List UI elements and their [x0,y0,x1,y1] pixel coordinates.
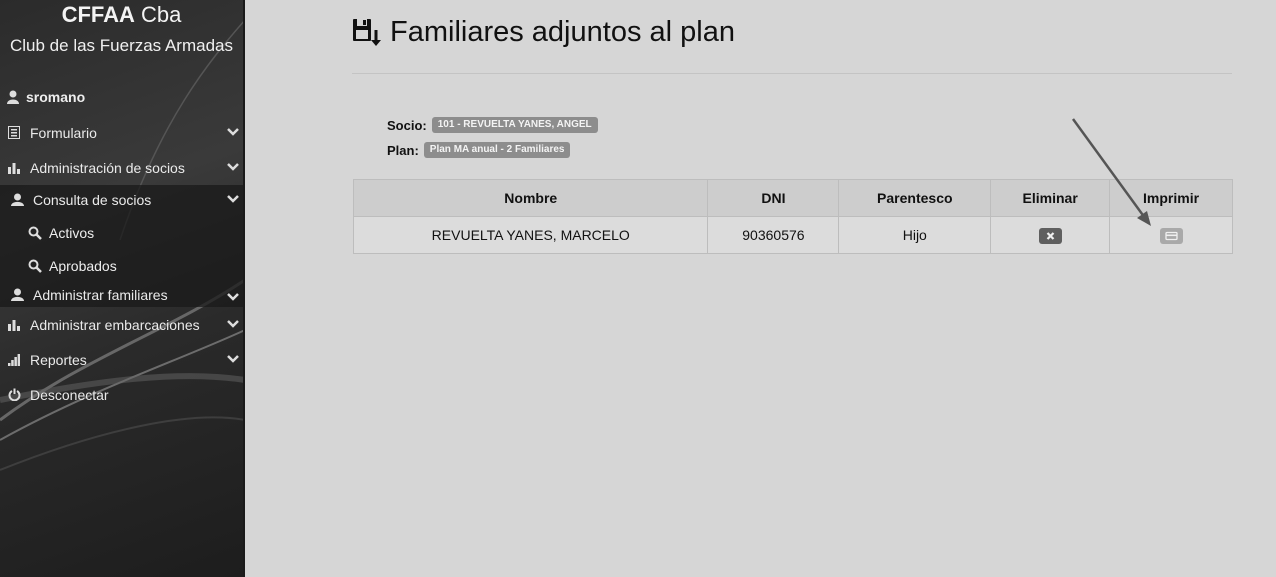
brand-title: CFFAA Cba [0,2,243,28]
nav-item-desconectar[interactable]: Desconectar [0,378,243,411]
bar-chart-icon [7,318,21,332]
chevron-down-icon [227,320,239,328]
column-header-eliminar: Eliminar [990,179,1111,217]
table-header-row: Nombre DNI Parentesco Eliminar Imprimir [352,179,1233,217]
cell-eliminar [990,216,1111,254]
socio-label: Socio: [387,117,427,133]
brand-title-bold: CFFAA [61,2,135,27]
search-icon [28,226,42,240]
cell-dni: 90360576 [707,216,840,254]
chevron-down-icon [227,128,239,136]
nav-item-admin-embarcaciones[interactable]: Administrar embarcaciones [0,308,243,341]
brand-title-rest: Cba [134,2,182,27]
cell-nombre: REVUELTA YANES, MARCELO [352,216,709,254]
page-title: Familiares adjuntos al plan [390,16,735,48]
nav-item-admin-familiares[interactable]: Administrar familiares [0,278,243,311]
nav-item-admin-socios[interactable]: Administración de socios [0,151,243,184]
sidebar: CFFAA Cba Club de las Fuerzas Armadas sr… [0,0,245,577]
nav-item-label: Formulario [30,124,97,141]
nav-item-label: Reportes [30,351,87,368]
nav-item-label: Desconectar [30,386,109,403]
bar-chart-icon [7,161,21,175]
sub-item-activos[interactable]: Activos [28,225,94,241]
signal-icon [7,353,21,367]
table-row: REVUELTA YANES, MARCELO 90360576 Hijo [352,216,1233,254]
chevron-down-icon [227,293,239,301]
socio-badge: 101 - REVUELTA YANES, ANGEL [431,117,598,133]
power-off-icon [7,388,21,402]
nav-item-label: Administrar familiares [33,286,168,303]
nav-item-reportes[interactable]: Reportes [0,343,243,376]
sub-item-label: Aprobados [49,258,117,274]
remove-icon [1046,231,1054,240]
familiares-table: Nombre DNI Parentesco Eliminar Imprimir … [352,179,1233,254]
nav-item-formulario[interactable]: Formulario [0,116,243,149]
plan-badge: Plan MA anual - 2 Familiares [423,142,571,158]
socio-info: Socio: 101 - REVUELTA YANES, ANGEL [387,117,598,133]
sub-item-aprobados[interactable]: Aprobados [28,258,117,274]
chevron-down-icon [227,163,239,171]
cell-imprimir [1109,216,1233,254]
nav-item-label: Administrar embarcaciones [30,316,200,333]
chevron-down-icon [227,195,239,203]
column-header-imprimir: Imprimir [1109,179,1233,217]
sub-item-label: Activos [49,225,95,241]
header-divider [352,73,1232,74]
chevron-down-icon [227,355,239,363]
main-content: Familiares adjuntos al plan Socio: 101 -… [247,0,1276,577]
user-name[interactable]: sromano [6,89,85,105]
brand-subtitle: Club de las Fuerzas Armadas [10,36,233,55]
user-name-label: sromano [26,89,86,105]
nav-item-consulta-socios[interactable]: Consulta de socios [0,183,243,216]
nav-item-label: Consulta de socios [33,191,152,208]
nav-item-label: Administración de socios [30,159,185,176]
page-header: Familiares adjuntos al plan [352,16,735,49]
user-icon [10,288,24,302]
print-button[interactable] [1159,227,1183,244]
user-icon [7,90,19,104]
column-header-dni: DNI [707,179,840,217]
credit-card-icon [1164,231,1178,240]
user-icon [10,193,24,207]
delete-button[interactable] [1038,227,1062,244]
list-alt-icon [7,126,21,140]
column-header-nombre: Nombre [352,179,709,217]
plan-label: Plan: [387,142,419,158]
search-icon [28,259,42,273]
cell-parentesco: Hijo [838,216,992,254]
brand: CFFAA Cba Club de las Fuerzas Armadas [0,0,243,57]
column-header-parentesco: Parentesco [838,179,992,217]
save-download-icon [353,18,381,46]
plan-info: Plan: Plan MA anual - 2 Familiares [387,142,571,158]
